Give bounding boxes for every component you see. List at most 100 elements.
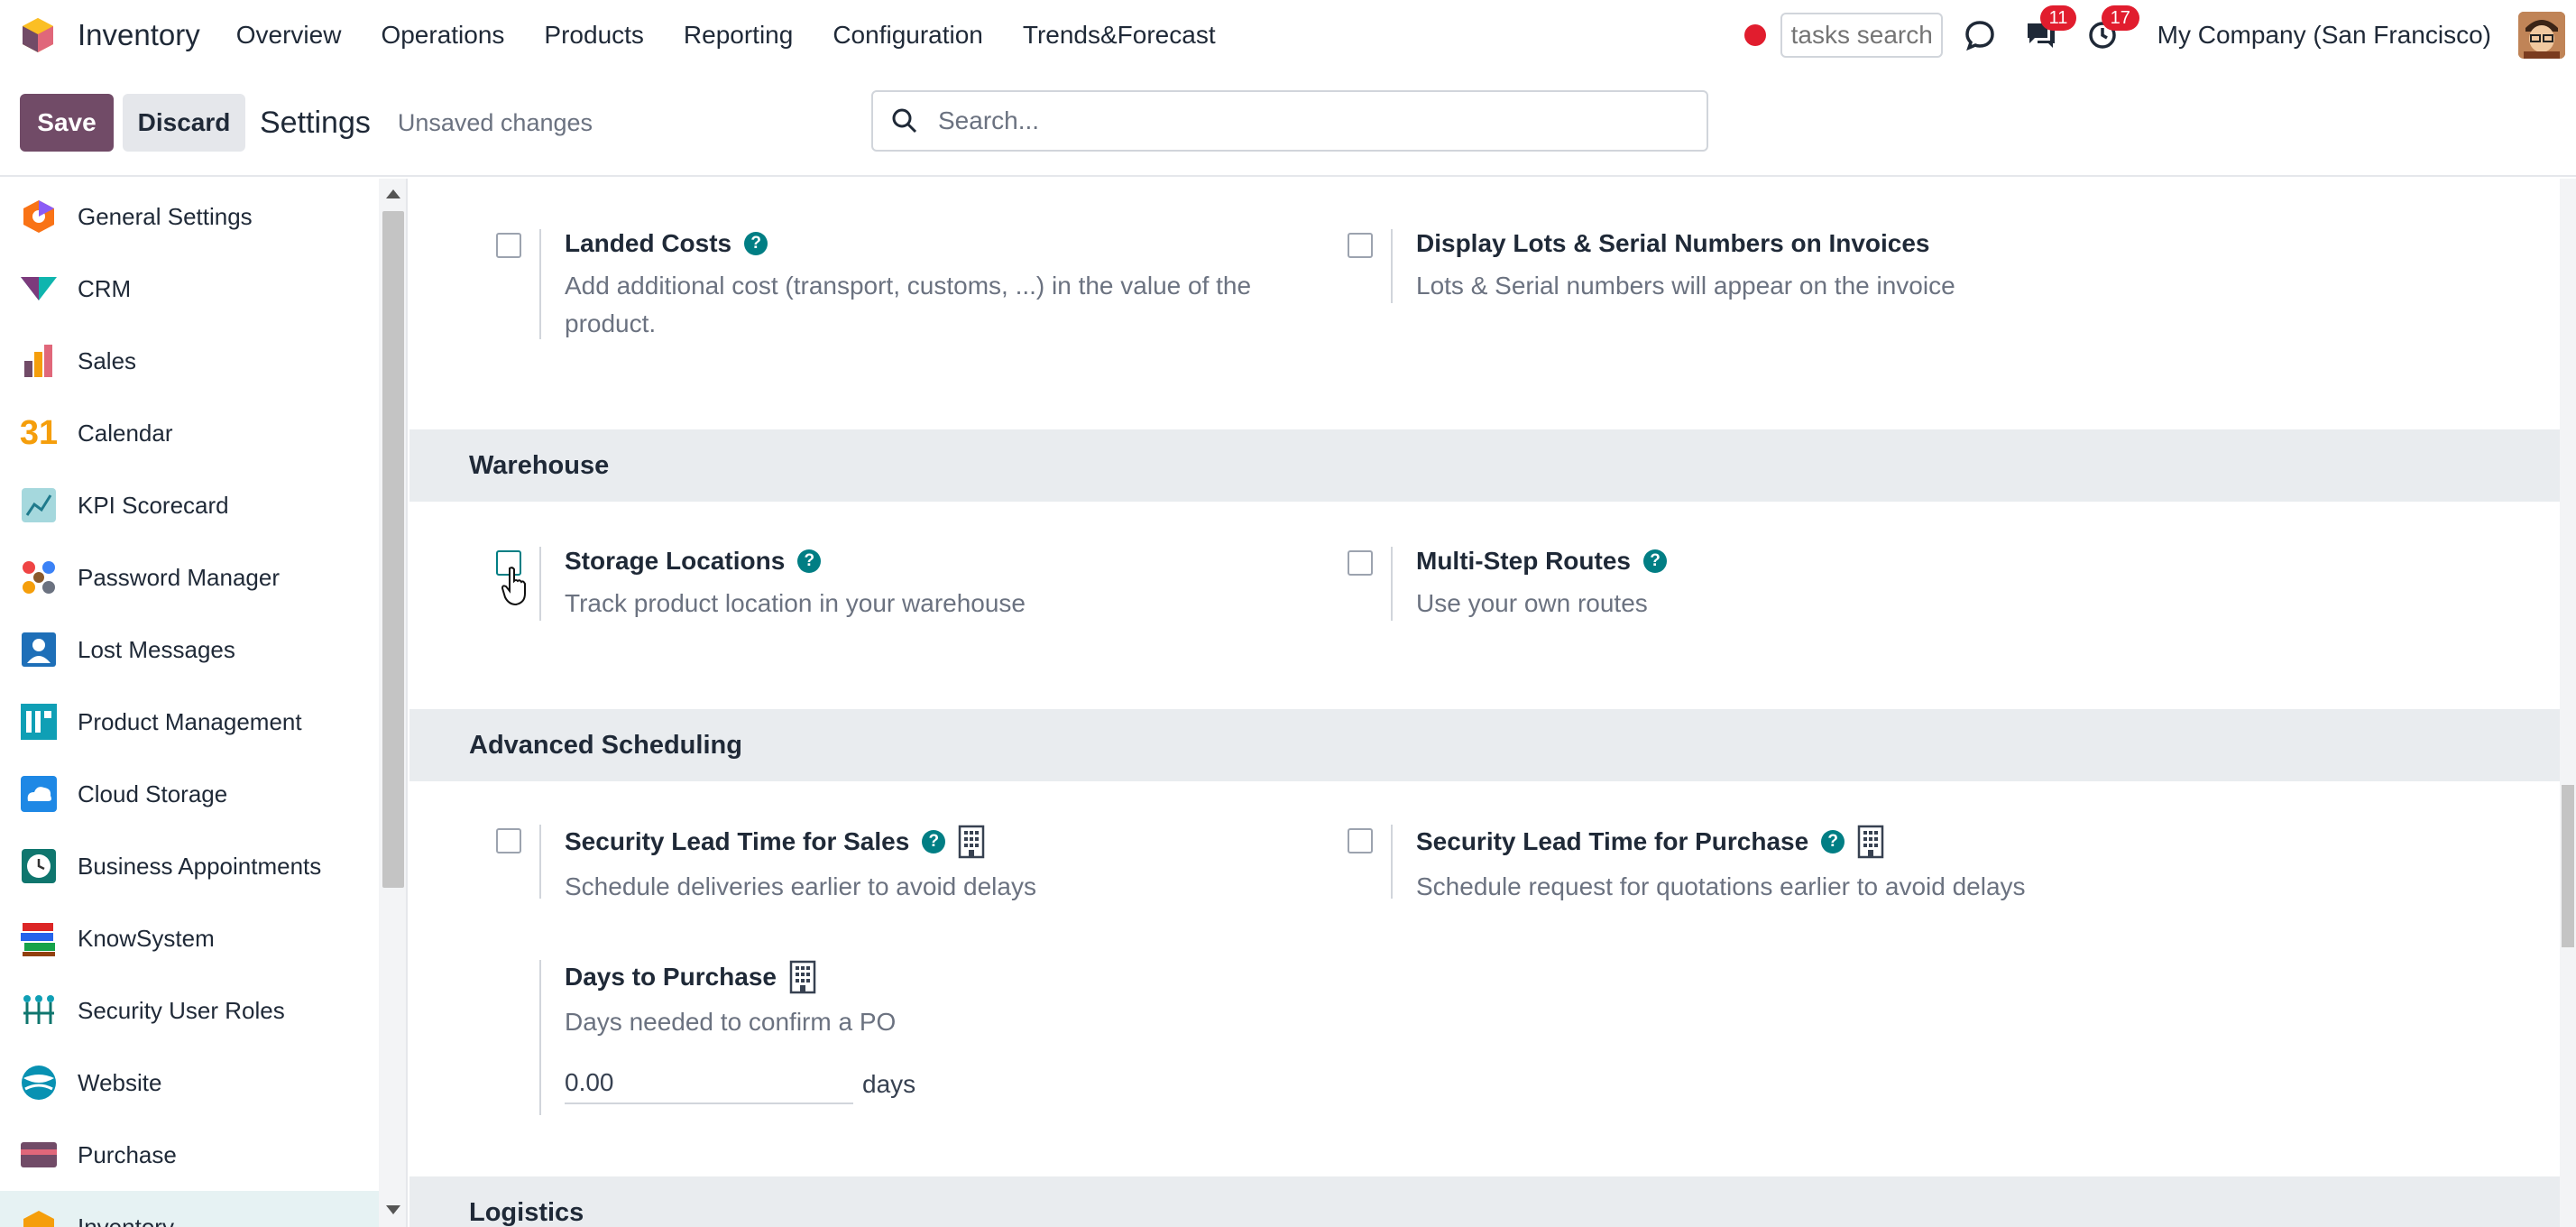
sales-icon bbox=[18, 340, 60, 382]
recording-dot-icon[interactable] bbox=[1743, 24, 1766, 46]
company-building-icon bbox=[789, 960, 816, 994]
inventory-logo-icon bbox=[23, 18, 53, 52]
activities-clock-icon[interactable]: 17 bbox=[2082, 5, 2139, 56]
cloud-icon bbox=[18, 773, 60, 815]
section-warehouse: Warehouse bbox=[409, 429, 2560, 502]
setting-description: Use your own routes bbox=[1416, 589, 1648, 617]
menu-products[interactable]: Products bbox=[544, 21, 644, 50]
app-name: Inventory bbox=[78, 18, 200, 51]
sidebar-item-kpi-scorecard[interactable]: KPI Scorecard bbox=[0, 469, 379, 541]
password-icon bbox=[18, 557, 60, 598]
setting-title: Multi-Step Routes bbox=[1416, 547, 1631, 575]
discard-button[interactable]: Discard bbox=[123, 94, 245, 152]
section-logistics: Logistics bbox=[409, 1176, 2560, 1227]
sidebar-item-calendar[interactable]: 31 Calendar bbox=[0, 397, 379, 469]
unsaved-status: Unsaved changes bbox=[397, 108, 593, 136]
main-menu: Overview Operations Products Reporting C… bbox=[236, 21, 1256, 50]
setting-title: Security Lead Time for Sales bbox=[565, 827, 910, 855]
help-icon[interactable]: ? bbox=[797, 549, 822, 573]
purchase-icon bbox=[18, 1134, 60, 1176]
calendar-icon: 31 bbox=[19, 413, 59, 452]
menu-trends-forecast[interactable]: Trends&Forecast bbox=[1023, 21, 1216, 50]
help-icon[interactable]: ? bbox=[922, 830, 946, 853]
setting-description: Add additional cost (transport, customs,… bbox=[565, 272, 1252, 337]
crm-icon bbox=[18, 268, 60, 309]
scroll-down-arrow-icon[interactable] bbox=[386, 1205, 400, 1214]
sidebar-item-security-user-roles[interactable]: Security User Roles bbox=[0, 974, 379, 1047]
security-lead-sales-checkbox[interactable] bbox=[496, 828, 521, 853]
sidebar-item-business-appointments[interactable]: Business Appointments bbox=[0, 830, 379, 902]
sidebar-item-sales[interactable]: Sales bbox=[0, 325, 379, 397]
help-icon[interactable]: ? bbox=[1821, 830, 1845, 853]
days-unit-label: days bbox=[862, 1070, 916, 1098]
setting-description: Lots & Serial numbers will appear on the… bbox=[1416, 272, 1955, 300]
sidebar-item-inventory[interactable]: Inventory bbox=[0, 1191, 379, 1227]
content-scrollbar[interactable] bbox=[2560, 179, 2576, 1227]
save-button[interactable]: Save bbox=[20, 94, 114, 152]
breadcrumb: Settings bbox=[260, 105, 371, 140]
menu-reporting[interactable]: Reporting bbox=[684, 21, 793, 50]
roles-icon bbox=[18, 990, 60, 1031]
sidebar-item-password-manager[interactable]: Password Manager bbox=[0, 541, 379, 614]
books-icon bbox=[18, 918, 60, 959]
sidebar-item-general-settings[interactable]: General Settings bbox=[0, 180, 379, 253]
section-title: Warehouse bbox=[469, 450, 610, 480]
menu-configuration[interactable]: Configuration bbox=[833, 21, 983, 50]
section-title: Advanced Scheduling bbox=[469, 730, 742, 760]
settings-search-input[interactable]: Search... bbox=[871, 90, 1708, 152]
messages-icon[interactable]: 11 bbox=[2020, 5, 2077, 56]
sidebar-item-lost-messages[interactable]: Lost Messages bbox=[0, 614, 379, 686]
content-scroll-thumb[interactable] bbox=[2562, 785, 2574, 947]
setting-title: Days to Purchase bbox=[565, 963, 777, 991]
landed-costs-checkbox[interactable] bbox=[496, 233, 521, 258]
days-to-purchase-input[interactable] bbox=[565, 1063, 853, 1104]
help-icon[interactable]: ? bbox=[1643, 549, 1667, 573]
settings-app-sidebar: General Settings CRM Sales 31 Calendar K… bbox=[0, 179, 408, 1227]
section-title: Logistics bbox=[469, 1197, 584, 1227]
setting-title: Landed Costs bbox=[565, 229, 732, 257]
sidebar-item-purchase[interactable]: Purchase bbox=[0, 1119, 379, 1191]
setting-title: Display Lots & Serial Numbers on Invoice… bbox=[1416, 229, 1930, 257]
sidebar-item-cloud-storage[interactable]: Cloud Storage bbox=[0, 758, 379, 830]
user-avatar[interactable] bbox=[2518, 12, 2565, 59]
control-panel: Save Discard Settings Unsaved changes Se… bbox=[0, 70, 2576, 177]
scroll-up-arrow-icon[interactable] bbox=[386, 189, 400, 198]
sidebar-scroll-thumb[interactable] bbox=[382, 211, 404, 888]
hand-cursor-icon bbox=[501, 567, 526, 606]
search-placeholder: Search... bbox=[938, 106, 1040, 134]
multi-step-routes-checkbox[interactable] bbox=[1348, 550, 1373, 576]
top-navbar: Inventory Overview Operations Products R… bbox=[0, 0, 2576, 70]
company-building-icon bbox=[1857, 825, 1884, 859]
sidebar-item-product-management[interactable]: Product Management bbox=[0, 686, 379, 758]
general-settings-icon bbox=[18, 196, 60, 237]
setting-description: Schedule deliveries earlier to avoid del… bbox=[565, 872, 1036, 900]
setting-title: Storage Locations bbox=[565, 547, 786, 575]
inventory-icon bbox=[18, 1206, 60, 1227]
settings-content: Landed Costs? Add additional cost (trans… bbox=[409, 179, 2576, 1227]
tasks-search-input[interactable] bbox=[1780, 13, 1943, 58]
website-icon bbox=[18, 1062, 60, 1103]
lost-messages-icon bbox=[18, 629, 60, 670]
search-icon bbox=[892, 108, 917, 134]
lots-on-invoices-checkbox[interactable] bbox=[1348, 233, 1373, 258]
systray: 11 17 My Company (San Francisco) bbox=[1743, 0, 2576, 70]
menu-operations[interactable]: Operations bbox=[381, 21, 504, 50]
setting-description: Track product location in your warehouse bbox=[565, 589, 1026, 617]
security-lead-purchase-checkbox[interactable] bbox=[1348, 828, 1373, 853]
sidebar-item-knowsystem[interactable]: KnowSystem bbox=[0, 902, 379, 974]
app-brand[interactable]: Inventory bbox=[20, 16, 200, 54]
avatar-face-icon bbox=[2518, 12, 2565, 59]
menu-overview[interactable]: Overview bbox=[236, 21, 342, 50]
sidebar-item-crm[interactable]: CRM bbox=[0, 253, 379, 325]
product-management-icon bbox=[18, 701, 60, 743]
sidebar-scrollbar[interactable] bbox=[379, 179, 406, 1227]
setting-description: Days needed to confirm a PO bbox=[565, 1008, 897, 1036]
sidebar-item-website[interactable]: Website bbox=[0, 1047, 379, 1119]
messages-badge: 11 bbox=[2039, 5, 2077, 31]
setting-description: Schedule request for quotations earlier … bbox=[1416, 872, 2026, 900]
company-switcher[interactable]: My Company (San Francisco) bbox=[2157, 21, 2491, 50]
setting-title: Security Lead Time for Purchase bbox=[1416, 827, 1809, 855]
discuss-bubble-icon[interactable] bbox=[1959, 14, 2001, 56]
help-icon[interactable]: ? bbox=[744, 232, 768, 255]
kpi-icon bbox=[18, 484, 60, 526]
